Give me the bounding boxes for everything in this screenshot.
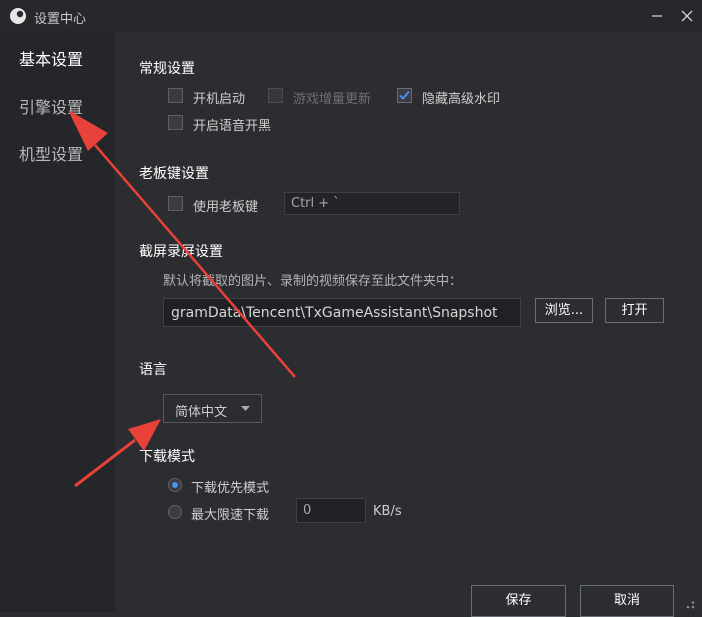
sidebar-item-engine[interactable]: 引擎设置 — [0, 86, 115, 130]
minimize-button[interactable] — [644, 4, 670, 28]
hide-watermark-label: 隐藏高级水印 — [422, 92, 501, 107]
screenshot-path-input[interactable]: gramData\Tencent\TxGameAssistant\Snapsho… — [163, 298, 521, 327]
boss-key-checkbox[interactable] — [168, 196, 183, 211]
save-button[interactable]: 保存 — [471, 585, 566, 617]
sidebar-item-device[interactable]: 机型设置 — [0, 133, 115, 177]
boss-key-shortcut-input[interactable]: Ctrl + ` — [284, 192, 460, 215]
general-section-title: 常规设置 — [139, 61, 195, 77]
screenshot-section-title: 截屏录屏设置 — [139, 244, 223, 260]
language-select[interactable]: 简体中文 — [163, 394, 262, 423]
screenshot-description: 默认将截取的图片、录制的视频保存至此文件夹中： — [163, 274, 463, 289]
boss-key-section-title: 老板键设置 — [139, 166, 209, 182]
speed-limit-label: 最大限速下载 — [191, 508, 270, 523]
open-folder-button[interactable]: 打开 — [605, 298, 664, 323]
close-icon — [681, 10, 693, 22]
resize-grip-icon[interactable] — [685, 600, 699, 610]
window-title: 设置中心 — [34, 12, 87, 27]
startup-checkbox[interactable] — [168, 88, 183, 103]
browse-button[interactable]: 浏览... — [535, 298, 593, 323]
incremental-update-checkbox[interactable] — [268, 88, 283, 103]
hide-watermark-checkbox[interactable] — [397, 88, 412, 103]
language-section-title: 语言 — [139, 362, 167, 378]
close-button[interactable] — [674, 4, 700, 28]
check-icon — [399, 90, 410, 100]
download-priority-radio[interactable] — [168, 478, 182, 492]
title-bar: 设置中心 — [0, 0, 702, 32]
language-select-value: 简体中文 — [175, 405, 228, 420]
incremental-update-label: 游戏增量更新 — [293, 92, 372, 107]
speed-limit-radio[interactable] — [168, 505, 182, 519]
download-section-title: 下载模式 — [139, 449, 195, 465]
chevron-down-icon — [241, 406, 250, 411]
speed-limit-unit: KB/s — [373, 504, 402, 519]
sidebar: 基本设置 引擎设置 机型设置 — [0, 32, 115, 612]
app-logo-icon — [10, 8, 26, 24]
startup-label: 开机启动 — [193, 92, 246, 107]
download-priority-label: 下载优先模式 — [191, 481, 270, 496]
voice-chat-label: 开启语音开黑 — [193, 119, 272, 134]
cancel-button[interactable]: 取消 — [580, 585, 674, 617]
speed-limit-input[interactable]: 0 — [296, 498, 366, 523]
voice-chat-checkbox[interactable] — [168, 115, 183, 130]
boss-key-label: 使用老板键 — [193, 200, 259, 215]
minimize-icon — [652, 15, 662, 17]
sidebar-item-basic[interactable]: 基本设置 — [0, 38, 115, 82]
